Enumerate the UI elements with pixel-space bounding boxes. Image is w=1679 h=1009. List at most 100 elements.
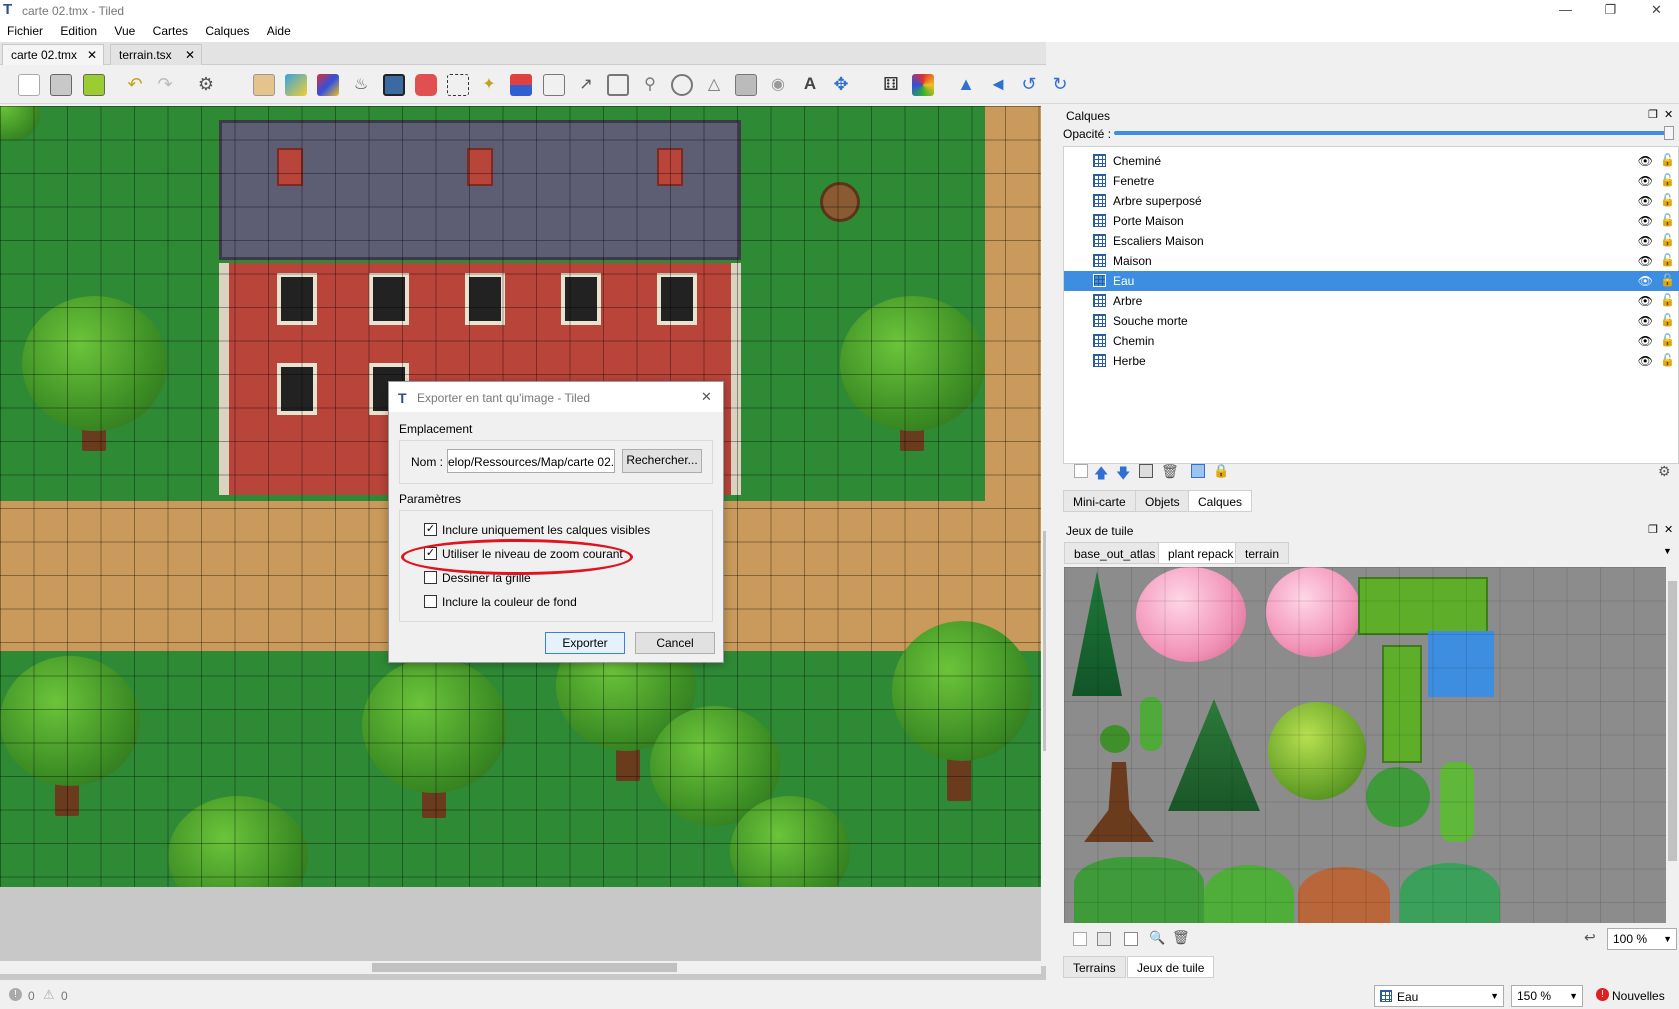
visibility-eye-icon[interactable]: 👁 bbox=[1638, 214, 1653, 228]
scroll-thumb[interactable] bbox=[372, 963, 677, 972]
visibility-eye-icon[interactable]: 👁 bbox=[1638, 254, 1653, 268]
tab-terrain[interactable]: terrain.tsx ✕ bbox=[110, 44, 202, 65]
news-link[interactable]: Nouvelles bbox=[1612, 989, 1665, 1003]
export-button[interactable]: Exporter bbox=[545, 632, 625, 654]
layer-row-maison[interactable]: Maison 👁 🔓 bbox=[1064, 251, 1679, 271]
insert-text-icon[interactable]: A bbox=[799, 74, 821, 96]
dynamic-wrap-icon[interactable]: ↩ bbox=[1584, 929, 1596, 946]
tab-terrain[interactable]: terrain bbox=[1235, 542, 1290, 564]
stamp-brush-icon[interactable] bbox=[253, 74, 275, 96]
select-objects-icon[interactable] bbox=[543, 74, 565, 96]
edit-tileset-icon[interactable]: 🔍 bbox=[1149, 930, 1165, 946]
map-zoom-select[interactable]: 150 % ▼ bbox=[1511, 985, 1583, 1007]
select-same-tile-icon[interactable] bbox=[510, 74, 532, 96]
visibility-eye-icon[interactable]: 👁 bbox=[1638, 314, 1653, 328]
visibility-eye-icon[interactable]: 👁 bbox=[1638, 194, 1653, 208]
embed-tileset-icon[interactable] bbox=[1097, 932, 1111, 946]
undo-icon[interactable]: ↶ bbox=[124, 74, 146, 96]
visibility-eye-icon[interactable]: 👁 bbox=[1638, 294, 1653, 308]
save-icon[interactable] bbox=[83, 74, 105, 96]
layer-row-escaliers-maison[interactable]: Escaliers Maison 👁 🔓 bbox=[1064, 231, 1679, 251]
new-tileset-icon[interactable] bbox=[1073, 932, 1087, 946]
random-mode-icon[interactable]: ⚅ bbox=[880, 74, 902, 96]
close-panel-icon[interactable]: ✕ bbox=[1664, 523, 1673, 536]
new-map-icon[interactable] bbox=[18, 74, 40, 96]
lock-layer-icon[interactable]: 🔒 bbox=[1213, 463, 1229, 479]
background-color-checkbox[interactable] bbox=[424, 595, 437, 608]
minimize-button[interactable]: — bbox=[1543, 0, 1588, 22]
insert-point-icon[interactable]: ⚲ bbox=[639, 74, 661, 96]
tileset-zoom-select[interactable]: 100 % ▼ bbox=[1607, 928, 1677, 950]
edit-polygons-icon[interactable]: ↗ bbox=[575, 74, 597, 96]
menu-aide[interactable]: Aide bbox=[260, 22, 298, 38]
insert-tile-icon[interactable] bbox=[735, 74, 757, 96]
open-icon[interactable] bbox=[50, 74, 72, 96]
lock-icon[interactable]: 🔓 bbox=[1660, 353, 1675, 367]
restore-button[interactable]: ❐ bbox=[1588, 0, 1633, 22]
wang-brush-icon[interactable] bbox=[317, 74, 339, 96]
visibility-eye-icon[interactable]: 👁 bbox=[1638, 174, 1653, 188]
tab-terrains[interactable]: Terrains bbox=[1063, 956, 1126, 978]
layer-row-chemin[interactable]: Chemin 👁 🔓 bbox=[1064, 331, 1679, 351]
news-icon[interactable]: ! bbox=[1596, 988, 1609, 1001]
insert-ellipse-icon[interactable] bbox=[671, 74, 693, 96]
layer-row-herbe[interactable]: Herbe 👁 🔓 bbox=[1064, 351, 1679, 371]
close-tab-icon[interactable]: ✕ bbox=[185, 48, 195, 62]
scroll-thumb[interactable] bbox=[1668, 581, 1677, 861]
layer-row-arbre-superpose[interactable]: Arbre superposé 👁 🔓 bbox=[1064, 191, 1679, 211]
layer-row-chemine[interactable]: Cheminé 👁 🔓 bbox=[1064, 151, 1679, 171]
visibility-eye-icon[interactable]: 👁 bbox=[1638, 234, 1653, 248]
close-dialog-icon[interactable]: ✕ bbox=[701, 389, 712, 405]
terrain-brush-icon[interactable] bbox=[285, 74, 307, 96]
draw-grid-checkbox[interactable] bbox=[424, 571, 437, 584]
tab-jeux-de-tuile[interactable]: Jeux de tuile bbox=[1127, 956, 1215, 978]
remove-tileset-icon[interactable]: 🗑 bbox=[1172, 929, 1190, 946]
vertical-scrollbar[interactable] bbox=[1041, 106, 1046, 966]
layer-row-eau[interactable]: Eau 👁 🔓 bbox=[1064, 271, 1679, 291]
visible-layers-checkbox[interactable]: ✓ bbox=[424, 523, 437, 536]
menu-calques[interactable]: Calques bbox=[198, 22, 256, 38]
close-panel-icon[interactable]: ✕ bbox=[1664, 108, 1673, 121]
eraser-icon[interactable] bbox=[415, 74, 437, 96]
wang-fill-icon[interactable] bbox=[912, 74, 934, 96]
insert-polygon-icon[interactable]: △ bbox=[703, 74, 725, 96]
lock-icon[interactable]: 🔓 bbox=[1660, 233, 1675, 247]
magic-wand-icon[interactable]: ✦ bbox=[478, 74, 500, 96]
lock-icon[interactable]: 🔓 bbox=[1660, 153, 1675, 167]
layer-properties-icon[interactable]: ⚙ bbox=[1658, 463, 1671, 480]
layer-row-souche-morte[interactable]: Souche morte 👁 🔓 bbox=[1064, 311, 1679, 331]
tab-base-out-atlas[interactable]: base_out_atlas bbox=[1064, 542, 1166, 564]
opacity-slider[interactable] bbox=[1114, 131, 1669, 135]
lower-layer-icon[interactable]: 🡇 bbox=[1116, 463, 1130, 487]
tileset-vertical-scrollbar[interactable] bbox=[1666, 567, 1679, 923]
layer-row-porte-maison[interactable]: Porte Maison 👁 🔓 bbox=[1064, 211, 1679, 231]
current-layer-select[interactable]: Eau ▼ bbox=[1374, 985, 1504, 1007]
lock-icon[interactable]: 🔓 bbox=[1660, 173, 1675, 187]
tab-calques[interactable]: Calques bbox=[1188, 490, 1253, 512]
opacity-slider-handle[interactable] bbox=[1664, 126, 1674, 140]
float-panel-icon[interactable]: ❐ bbox=[1648, 108, 1658, 121]
warning-icon[interactable]: ⚠ bbox=[43, 987, 55, 1003]
export-tileset-icon[interactable] bbox=[1124, 932, 1138, 946]
lock-icon[interactable]: 🔓 bbox=[1660, 313, 1675, 327]
redo-icon[interactable]: ↷ bbox=[154, 74, 176, 96]
rect-select-icon[interactable] bbox=[447, 74, 469, 96]
file-path-input[interactable]: elop/Ressources/Map/carte 02.png bbox=[447, 449, 615, 473]
lock-icon[interactable]: 🔓 bbox=[1660, 253, 1675, 267]
new-layer-icon[interactable] bbox=[1074, 464, 1088, 478]
horizontal-scrollbar[interactable] bbox=[0, 961, 1041, 974]
lock-icon[interactable]: 🔓 bbox=[1660, 293, 1675, 307]
lock-icon[interactable]: 🔓 bbox=[1660, 333, 1675, 347]
cancel-button[interactable]: Cancel bbox=[635, 632, 715, 654]
rotate-left-icon[interactable]: ↺ bbox=[1018, 74, 1040, 96]
close-tab-icon[interactable]: ✕ bbox=[87, 48, 97, 62]
bucket-fill-icon[interactable]: ♨ bbox=[350, 74, 372, 96]
settings-icon[interactable]: ⚙ bbox=[195, 74, 217, 96]
delete-layer-icon[interactable]: 🗑 bbox=[1161, 463, 1179, 480]
scroll-thumb[interactable] bbox=[1043, 531, 1046, 751]
visibility-eye-icon[interactable]: 👁 bbox=[1638, 334, 1653, 348]
tab-carte-02[interactable]: carte 02.tmx ✕ bbox=[2, 44, 104, 65]
visibility-eye-icon[interactable]: 👁 bbox=[1638, 274, 1653, 288]
flip-horizontal-icon[interactable]: ▲ bbox=[955, 74, 977, 96]
insert-rectangle-icon[interactable] bbox=[607, 74, 629, 96]
